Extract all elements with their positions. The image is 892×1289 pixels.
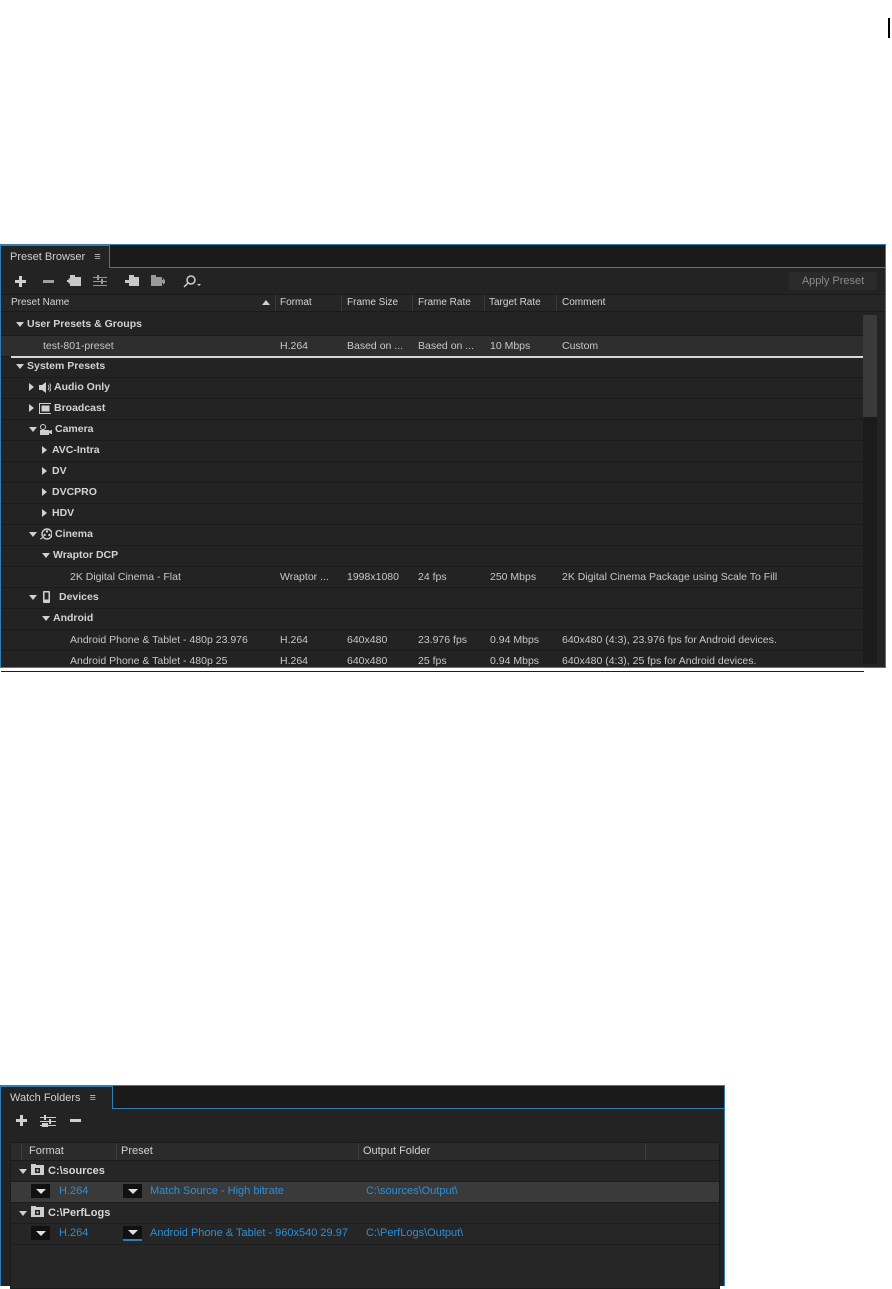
settings-icon[interactable]: [40, 1114, 56, 1128]
tree-row-android[interactable]: Android: [1, 609, 864, 630]
page-edge-mark: [888, 18, 890, 38]
tree-row-user-presets[interactable]: User Presets & Groups: [1, 315, 864, 336]
expanded-arrow-icon[interactable]: [29, 594, 37, 600]
preset-dropdown[interactable]: [123, 1184, 142, 1198]
export-preset-icon[interactable]: [151, 274, 165, 288]
phone-icon: [40, 591, 52, 603]
watch-folder-output-row[interactable]: H.264 Match Source - High bitrate C:\sou…: [11, 1182, 719, 1203]
panel-menu-icon[interactable]: ≡: [90, 1087, 96, 1110]
expanded-arrow-icon[interactable]: [19, 1210, 27, 1216]
watch-folders-tabbar: Watch Folders ≡: [1, 1086, 724, 1109]
collapsed-arrow-icon[interactable]: [42, 509, 47, 517]
col-format[interactable]: Format: [29, 1145, 64, 1157]
preset-row[interactable]: Android Phone & Tablet - 480p 23.976 H.2…: [1, 630, 864, 651]
new-group-icon[interactable]: [67, 274, 81, 288]
preset-table-header: Preset Name Format Frame Size Frame Rate…: [1, 294, 885, 312]
plus-icon[interactable]: [13, 274, 27, 288]
minus-icon[interactable]: [68, 1114, 82, 1128]
expanded-arrow-icon[interactable]: [16, 363, 24, 369]
tree-row-dv[interactable]: DV: [1, 462, 864, 483]
preset-value[interactable]: Android Phone & Tablet - 960x540 29.97: [150, 1227, 348, 1239]
plus-icon[interactable]: [14, 1114, 28, 1128]
preset-browser-tab-label: Preset Browser: [10, 250, 86, 263]
preset-tree: User Presets & Groups test-801-preset H.…: [1, 315, 864, 672]
apply-preset-button[interactable]: Apply Preset: [789, 272, 877, 290]
preset-browser-tabbar: Preset Browser ≡: [1, 245, 885, 268]
tree-row-system-presets[interactable]: System Presets: [1, 357, 864, 378]
col-target-rate[interactable]: Target Rate: [489, 297, 541, 308]
tree-row-cinema[interactable]: Cinema: [1, 525, 864, 546]
col-comment[interactable]: Comment: [562, 297, 605, 308]
preset-settings-icon[interactable]: [93, 274, 107, 288]
chevron-down-icon: [35, 1188, 46, 1194]
preset-dropdown[interactable]: [123, 1226, 142, 1241]
format-dropdown[interactable]: [31, 1184, 50, 1198]
tree-row-audio-only[interactable]: Audio Only: [1, 378, 864, 399]
folder-icon: [31, 1164, 44, 1178]
tree-row-dvcpro[interactable]: DVCPRO: [1, 483, 864, 504]
minus-icon[interactable]: [41, 274, 55, 288]
preset-toolbar: Apply Preset: [1, 268, 885, 294]
vertical-scrollbar[interactable]: [863, 315, 877, 664]
tree-row-camera[interactable]: Camera: [1, 420, 864, 441]
collapsed-arrow-icon[interactable]: [29, 404, 34, 412]
chevron-down-icon: [35, 1230, 46, 1236]
format-value[interactable]: H.264: [59, 1185, 88, 1197]
tab-underline: [112, 1108, 724, 1109]
format-value[interactable]: H.264: [59, 1227, 88, 1239]
watch-folders-list: Format Preset Output Folder C:\sources H…: [10, 1142, 720, 1289]
chevron-down-icon: [127, 1188, 138, 1194]
tree-row-hdv[interactable]: HDV: [1, 504, 864, 525]
col-frame-rate[interactable]: Frame Rate: [418, 297, 471, 308]
tree-row-avc-intra[interactable]: AVC-Intra: [1, 441, 864, 462]
watch-folder-output-row[interactable]: H.264 Android Phone & Tablet - 960x540 2…: [11, 1224, 719, 1245]
collapsed-arrow-icon[interactable]: [42, 467, 47, 475]
camera-icon: [40, 423, 52, 435]
chevron-down-icon: [127, 1230, 138, 1235]
expanded-arrow-icon[interactable]: [29, 531, 37, 537]
col-format[interactable]: Format: [280, 297, 312, 308]
preset-value[interactable]: Match Source - High bitrate: [150, 1185, 284, 1197]
tree-row-wraptor-dcp[interactable]: Wraptor DCP: [1, 546, 864, 567]
expanded-arrow-icon[interactable]: [29, 426, 37, 432]
user-system-divider: [11, 356, 864, 358]
watch-folders-panel: Watch Folders ≡ Format Preset Output Fol…: [0, 1085, 725, 1289]
search-icon[interactable]: [183, 274, 203, 288]
preset-row[interactable]: Android Phone & Tablet - 480p 25 H.264 6…: [1, 651, 864, 672]
expanded-arrow-icon[interactable]: [42, 615, 50, 621]
speaker-icon: [39, 381, 51, 393]
sort-ascending-icon[interactable]: [262, 300, 270, 305]
tv-icon: [39, 402, 51, 414]
watch-folder-row[interactable]: C:\PerfLogs: [11, 1203, 719, 1224]
col-preset[interactable]: Preset: [121, 1145, 153, 1157]
preset-row[interactable]: 2K Digital Cinema - Flat Wraptor ... 199…: [1, 567, 864, 588]
watch-folders-header: Format Preset Output Folder: [11, 1143, 719, 1161]
col-frame-size[interactable]: Frame Size: [347, 297, 398, 308]
expanded-arrow-icon[interactable]: [19, 1168, 27, 1174]
folder-icon: [31, 1206, 44, 1220]
expanded-arrow-icon[interactable]: [16, 321, 24, 327]
col-preset-name[interactable]: Preset Name: [11, 297, 69, 308]
output-folder-value[interactable]: C:\sources\Output\: [366, 1185, 458, 1197]
scrollbar-thumb[interactable]: [863, 315, 877, 417]
film-reel-icon: [40, 528, 52, 540]
preset-row[interactable]: test-801-preset H.264 Based on ... Based…: [1, 336, 864, 357]
panel-menu-icon[interactable]: ≡: [94, 246, 100, 269]
import-preset-icon[interactable]: [125, 274, 139, 288]
watch-folders-toolbar: [1, 1109, 724, 1132]
format-dropdown[interactable]: [31, 1226, 50, 1240]
collapsed-arrow-icon[interactable]: [42, 488, 47, 496]
collapsed-arrow-icon[interactable]: [42, 446, 47, 454]
preset-browser-tab[interactable]: Preset Browser ≡: [1, 245, 110, 268]
output-folder-value[interactable]: C:\PerfLogs\Output\: [366, 1227, 463, 1239]
watch-folders-tab[interactable]: Watch Folders ≡: [1, 1086, 113, 1109]
watch-folders-tab-label: Watch Folders: [10, 1091, 81, 1104]
expanded-arrow-icon[interactable]: [42, 552, 50, 558]
collapsed-arrow-icon[interactable]: [29, 383, 34, 391]
preset-browser-panel: Preset Browser ≡ Apply Preset Preset Nam…: [0, 244, 886, 672]
tree-row-devices[interactable]: Devices: [1, 588, 864, 609]
watch-folder-row[interactable]: C:\sources: [11, 1161, 719, 1182]
tree-row-broadcast[interactable]: Broadcast: [1, 399, 864, 420]
col-output-folder[interactable]: Output Folder: [363, 1145, 430, 1157]
